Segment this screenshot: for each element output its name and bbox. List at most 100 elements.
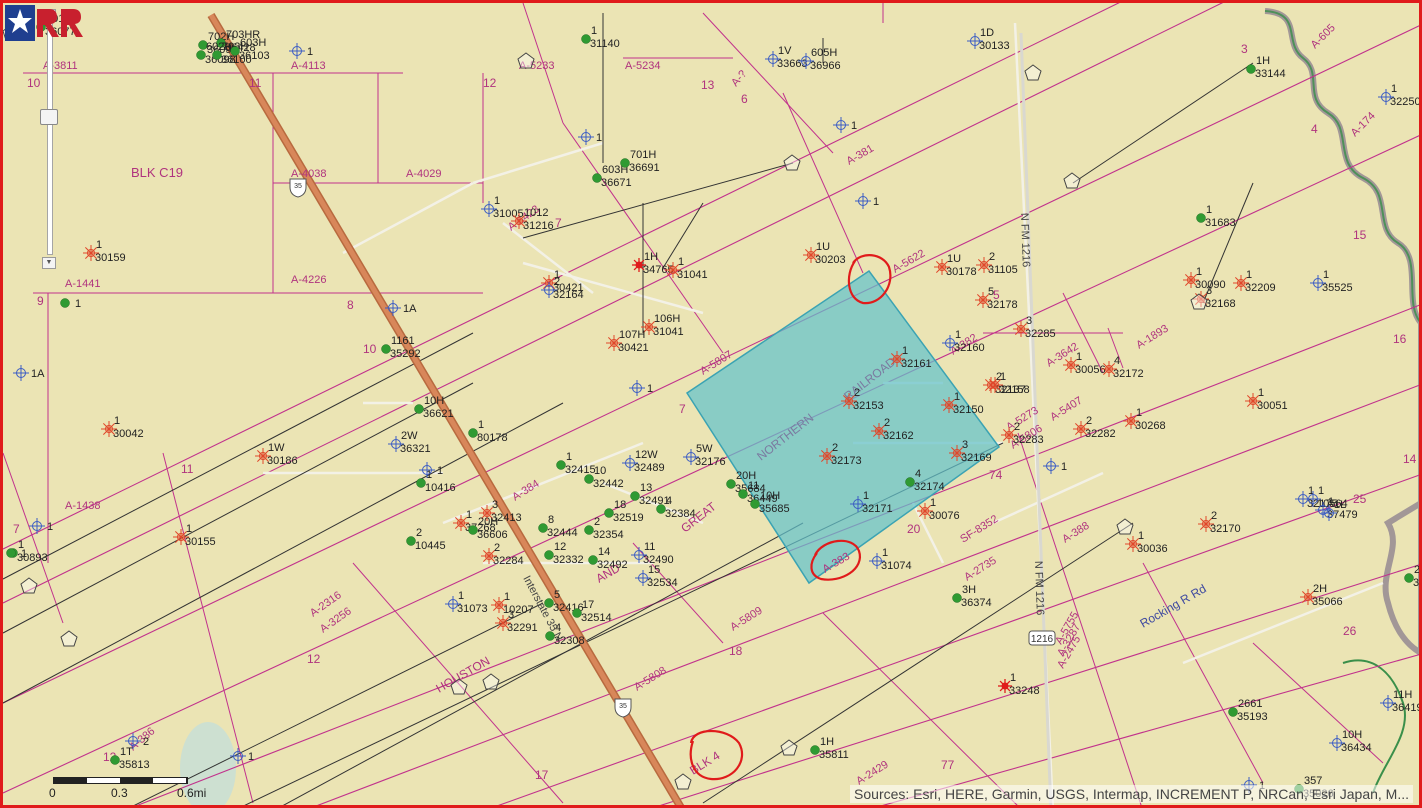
well-label-44: 5W <box>696 443 713 455</box>
well-label-8: 605H <box>811 47 837 59</box>
zoom-track[interactable] <box>47 23 53 255</box>
well-api-67: 30155 <box>185 536 216 548</box>
well-label-27: 5 <box>988 286 994 298</box>
well-label-95: 2H <box>1313 583 1327 595</box>
surface-location-icon-1[interactable] <box>517 52 535 69</box>
well-label-51: 1 <box>1136 407 1142 419</box>
well-api-11: 32250 <box>1390 96 1421 108</box>
well-api-38: 30056 <box>1075 364 1106 376</box>
surface-location-icon-12[interactable] <box>1190 293 1208 310</box>
well-label-70: 20H <box>478 516 498 528</box>
surface-location-icon-10[interactable] <box>780 739 798 756</box>
well-label-6: 1 <box>591 25 597 37</box>
single-well-symbol-3[interactable] <box>855 193 871 209</box>
well-api-84: 32291 <box>507 622 538 634</box>
well-api-40: 30051 <box>1257 400 1288 412</box>
well-label-40: 1 <box>1258 387 1264 399</box>
well-label-63: 11 <box>748 480 759 492</box>
section-number-18: 12 <box>307 652 321 666</box>
map-view[interactable]: 35 35 1216 N FM 1216 N FM 1216 Rocking R Rd NO… <box>0 0 1422 808</box>
well-api-47: 32150 <box>953 404 984 416</box>
well-api-70: 36606 <box>477 529 508 541</box>
scale-bar-graphic <box>53 777 188 784</box>
abstract-label-24: A-5809 <box>728 605 764 634</box>
well-label-9: 1D <box>980 27 994 39</box>
well-api-60: 32442 <box>593 478 624 490</box>
well-label-29: 1 <box>1196 266 1202 278</box>
well-api-76: 32534 <box>647 577 678 589</box>
well-label-39: 4 <box>1114 355 1120 367</box>
surface-location-icon-4[interactable] <box>1063 172 1081 189</box>
single-well-label-0: 1 <box>307 46 313 58</box>
single-well-symbol-13[interactable] <box>6 548 16 558</box>
well-api-41: 36621 <box>423 408 454 420</box>
section-number-2: 12 <box>483 76 497 90</box>
well-label-80: 1 <box>504 591 510 603</box>
section-number-17: 7 <box>13 522 20 536</box>
well-label-73: 8 <box>548 514 554 526</box>
well-label-81: 5 <box>554 589 560 601</box>
single-well-label-6: 1A <box>31 368 45 380</box>
single-well-symbol-0[interactable] <box>289 43 305 59</box>
scale-label-1: 0.3 <box>111 786 128 800</box>
well-label-32: 3 <box>1206 285 1212 297</box>
section-number-3: 13 <box>701 78 715 92</box>
zoom-thumb[interactable] <box>40 109 58 125</box>
selected-tract-polygon[interactable] <box>685 269 1001 585</box>
well-label-13: 701H <box>630 149 656 161</box>
well-api-43: 30042 <box>113 428 144 440</box>
surface-location-icon-3[interactable] <box>783 154 801 171</box>
abstract-label-21: A-384 <box>510 478 541 504</box>
well-label-19: 1U <box>816 241 830 253</box>
single-well-symbol-4[interactable] <box>60 298 70 308</box>
well-label-58: 4 <box>915 468 921 480</box>
well-api-93: 33248 <box>1009 685 1040 697</box>
well-api-50: 32282 <box>1085 428 1116 440</box>
well-label-79: 14 <box>598 546 610 558</box>
single-well-symbol-6[interactable] <box>13 365 29 381</box>
map-canvas[interactable]: 35351216N FM 1216N FM 1216 Rocking R RdNO… <box>3 3 1422 808</box>
surface-location-icon-9[interactable] <box>1116 518 1134 535</box>
abstract-label-11: A-4226 <box>291 274 326 286</box>
well-api-31: 35525 <box>1322 282 1353 294</box>
abstract-label-25: A-2735 <box>962 555 998 584</box>
well-api-46: 32162 <box>883 430 914 442</box>
surface-location-icon-5[interactable] <box>20 577 38 594</box>
surface-location-icon-8[interactable] <box>482 673 500 690</box>
section-number-26: 77 <box>941 758 955 772</box>
well-api-72: 32519 <box>613 512 644 524</box>
zoom-slider[interactable]: ▲ ▼ <box>39 9 59 271</box>
single-well-symbol-7[interactable] <box>629 380 645 396</box>
single-well-symbol-2[interactable] <box>833 117 849 133</box>
well-api-27: 32178 <box>987 299 1018 311</box>
well-label-75: 11 <box>644 541 655 553</box>
well-api-5: 36103 <box>239 50 270 62</box>
well-api-39: 32172 <box>1113 368 1144 380</box>
well-api-30: 32209 <box>1245 282 1276 294</box>
section-number-1: 11 <box>249 76 262 90</box>
section-number-5: 8 <box>347 298 354 312</box>
single-well-symbol-1[interactable] <box>578 129 594 145</box>
abstract-label-26: A-388 <box>1060 520 1091 546</box>
abstract-label-13: A-5622 <box>891 247 928 275</box>
surface-location-icon-11[interactable] <box>674 773 692 790</box>
well-api-95: 35066 <box>1312 596 1343 608</box>
surface-location-icon-2[interactable] <box>1024 64 1042 81</box>
single-well-symbol-8[interactable] <box>1043 458 1059 474</box>
well-api-22: 31041 <box>653 326 684 338</box>
well-label-17: 1H <box>644 251 658 263</box>
section-number-20: 17 <box>535 768 549 782</box>
well-label-30: 1 <box>1246 269 1252 281</box>
map-attribution[interactable]: Sources: Esri, HERE, Garmin, USGS, Inter… <box>850 785 1413 803</box>
well-api-87: 36374 <box>961 597 992 609</box>
well-label-26: 2 <box>989 251 995 263</box>
zoom-out-icon[interactable]: ▼ <box>42 257 56 269</box>
surface-location-icon-6[interactable] <box>60 630 78 647</box>
well-label-7: 1V <box>778 45 792 57</box>
single-well-symbol-10[interactable] <box>29 518 45 534</box>
well-api-51: 30268 <box>1135 420 1166 432</box>
well-label-69: 1 <box>466 509 472 521</box>
section-number-21: 18 <box>729 644 743 658</box>
well-api-44: 32176 <box>695 456 726 468</box>
single-well-symbol-9[interactable] <box>419 462 435 478</box>
